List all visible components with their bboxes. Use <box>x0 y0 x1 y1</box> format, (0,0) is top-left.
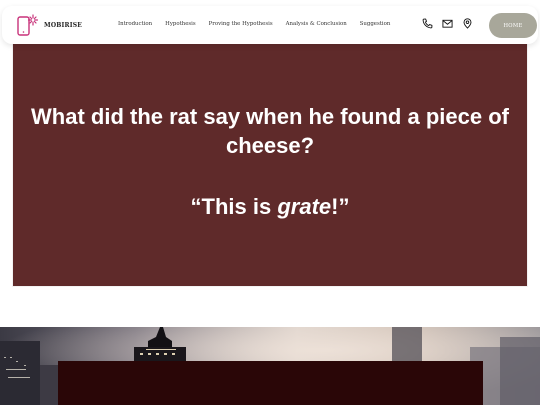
joke-card: What did the rat say when he found a pie… <box>13 40 527 286</box>
phone-icon[interactable] <box>422 18 433 29</box>
joke-answer-emphasis: grate <box>277 194 332 219</box>
nav-link-analysis-conclusion[interactable]: Analysis & Conclusion <box>286 21 347 27</box>
location-pin-icon[interactable] <box>462 18 473 29</box>
joke-answer-suffix: !” <box>331 194 350 219</box>
content-panel <box>58 361 483 405</box>
nav-link-proving-hypothesis[interactable]: Proving the Hypothesis <box>209 21 273 27</box>
nav-link-suggestion[interactable]: Suggestion <box>360 21 391 27</box>
joke-answer-prefix: “This is <box>190 194 278 219</box>
joke-question: What did the rat say when he found a pie… <box>31 104 509 158</box>
brand-name[interactable]: MOBIRISE <box>44 22 82 29</box>
nav-link-hypothesis[interactable]: Hypothesis <box>165 21 196 27</box>
mail-icon[interactable] <box>442 18 453 29</box>
navbar: MOBIRISE Introduction Hypothesis Proving… <box>2 6 538 44</box>
joke-answer: “This is grate!” <box>13 192 527 221</box>
home-button[interactable]: HOME <box>489 13 537 38</box>
phone-sparkle-icon <box>17 14 38 36</box>
page: MOBIRISE Introduction Hypothesis Proving… <box>0 0 540 405</box>
brand[interactable]: MOBIRISE <box>16 13 82 37</box>
nav-links: Introduction Hypothesis Proving the Hypo… <box>118 21 403 27</box>
nav-icons <box>422 18 473 29</box>
nav-link-introduction[interactable]: Introduction <box>118 21 152 27</box>
